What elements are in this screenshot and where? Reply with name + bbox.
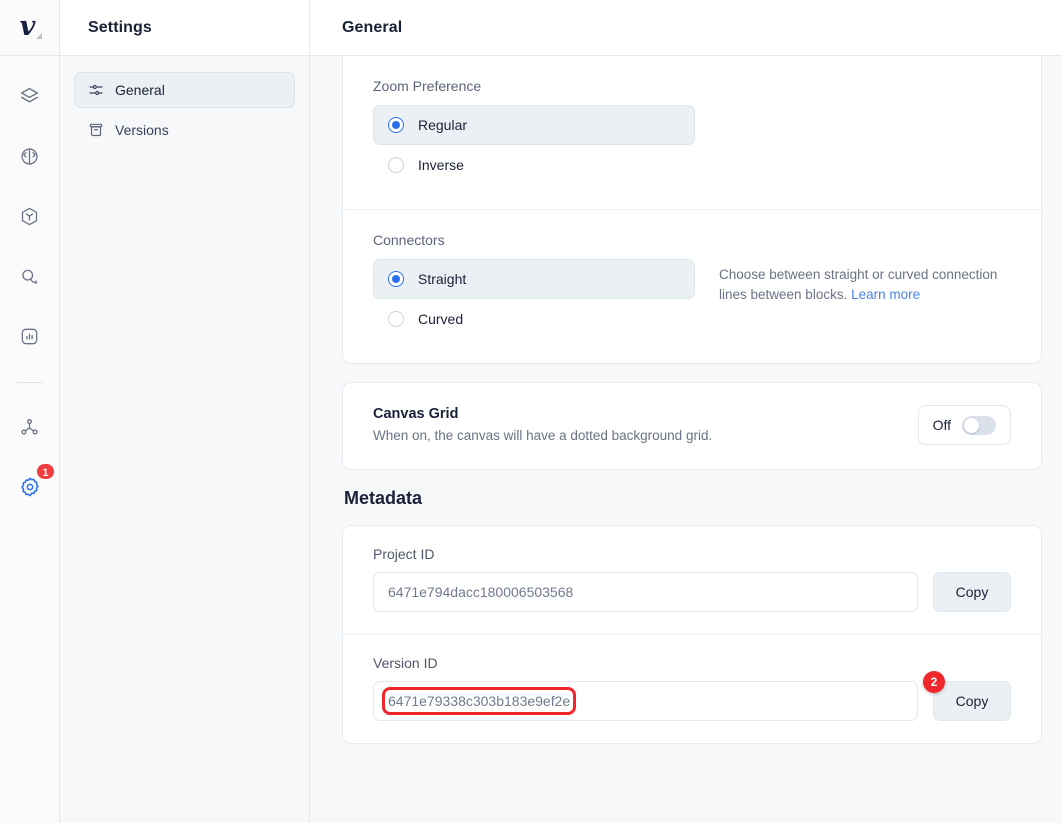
sidebar-item-general[interactable]: General: [74, 72, 295, 108]
radio-connector-curved[interactable]: Curved: [373, 299, 695, 339]
radio-connector-straight[interactable]: Straight: [373, 259, 695, 299]
copy-project-id-button[interactable]: Copy: [933, 572, 1011, 612]
metadata-heading: Metadata: [344, 488, 423, 508]
copy-version-id-button[interactable]: 2 Copy: [923, 671, 1011, 721]
rail-item-layers[interactable]: [12, 78, 48, 114]
main-header: General: [310, 0, 1062, 56]
logo-triangle-icon: [36, 33, 42, 39]
analytics-icon: [19, 326, 40, 347]
sidebar-nav: General Versions: [60, 56, 309, 152]
icon-rail: v 1: [0, 0, 60, 823]
sidebar-header: Settings: [60, 0, 309, 56]
canvas-grid-texts: Canvas Grid When on, the canvas will hav…: [373, 406, 712, 445]
cube-icon: [19, 206, 40, 227]
rail-item-products[interactable]: [12, 198, 48, 234]
canvas-grid-toggle[interactable]: Off: [917, 405, 1011, 445]
rail-item-knowledge-base[interactable]: [12, 138, 48, 174]
step-badge-2: 2: [923, 671, 945, 693]
rail-item-integrations[interactable]: [12, 409, 48, 445]
rail-item-conversations[interactable]: [12, 258, 48, 294]
rail-divider: [16, 382, 43, 383]
radio-label: Curved: [418, 311, 464, 327]
chat-icon: [19, 266, 40, 287]
metadata-card: Project ID 6471e794dacc180006503568 Copy…: [342, 525, 1042, 744]
project-id-field: Project ID 6471e794dacc180006503568 Copy: [343, 526, 1041, 634]
zoom-preference-section: Zoom Preference Regular Inverse: [343, 56, 1041, 209]
radio-label: Inverse: [418, 157, 464, 173]
radio-indicator: [388, 311, 404, 327]
connectors-options: Straight Curved Choose between straight …: [373, 259, 1011, 339]
canvas-grid-title: Canvas Grid: [373, 405, 459, 422]
project-id-row: 6471e794dacc180006503568 Copy: [373, 572, 1011, 612]
share-nodes-icon: [19, 417, 40, 438]
settings-scroll-area[interactable]: Zoom Preference Regular Inverse Connecto…: [310, 56, 1062, 823]
version-id-field: Version ID 6471e79338c303b183e9ef2e 2 Co…: [343, 634, 1041, 743]
version-id-label: Version ID: [373, 655, 438, 671]
toggle-switch-icon: [962, 415, 996, 435]
version-id-value: 6471e79338c303b183e9ef2e: [381, 687, 577, 715]
radio-zoom-inverse[interactable]: Inverse: [373, 145, 695, 185]
radio-indicator-selected: [388, 271, 404, 287]
canvas-grid-description: When on, the canvas will have a dotted b…: [373, 427, 713, 443]
settings-badge: 1: [35, 462, 56, 481]
copy-button-label: Copy: [955, 693, 989, 709]
rail-items: 1: [0, 56, 59, 529]
canvas-preferences-card: Zoom Preference Regular Inverse Connecto…: [342, 56, 1042, 364]
canvas-grid-card: Canvas Grid When on, the canvas will hav…: [342, 382, 1042, 470]
radio-indicator: [388, 157, 404, 173]
sidebar-item-label: General: [115, 82, 165, 98]
learn-more-link[interactable]: Learn more: [851, 287, 920, 302]
brain-icon: [19, 146, 40, 167]
project-id-value: 6471e794dacc180006503568: [388, 584, 574, 600]
rail-item-settings[interactable]: 1: [12, 462, 56, 505]
connectors-help-text: Choose between straight or curved connec…: [695, 259, 1011, 305]
voiceflow-logo[interactable]: v: [0, 0, 59, 56]
sidebar-item-label: Versions: [115, 122, 169, 138]
canvas-grid-toggle-label: Off: [932, 417, 951, 433]
sliders-icon: [87, 82, 104, 99]
sidebar-item-versions[interactable]: Versions: [74, 112, 295, 148]
logo-glyph: v: [19, 11, 36, 42]
radio-indicator-selected: [388, 117, 404, 133]
radio-zoom-regular[interactable]: Regular: [373, 105, 695, 145]
layers-icon: [19, 86, 40, 107]
version-id-input[interactable]: 6471e79338c303b183e9ef2e: [373, 681, 918, 721]
main-panel: General Zoom Preference Regular Inverse …: [310, 0, 1062, 823]
canvas-grid-row: Canvas Grid When on, the canvas will hav…: [343, 383, 1041, 469]
zoom-preference-label: Zoom Preference: [373, 78, 482, 94]
radio-label: Regular: [418, 117, 468, 133]
sidebar-title: Settings: [88, 18, 152, 36]
connectors-section: Connectors Straight Curved Choose betwee…: [343, 209, 1041, 363]
copy-button-label: Copy: [955, 584, 989, 600]
rail-item-analytics[interactable]: [12, 318, 48, 354]
project-id-label: Project ID: [373, 546, 435, 562]
connectors-label: Connectors: [373, 232, 445, 248]
project-id-input[interactable]: 6471e794dacc180006503568: [373, 572, 918, 612]
archive-icon: [87, 122, 104, 139]
version-id-row: 6471e79338c303b183e9ef2e 2 Copy: [373, 671, 1011, 721]
gear-icon: [19, 476, 41, 498]
zoom-preference-options: Regular Inverse: [373, 105, 1011, 185]
page-title: General: [342, 18, 403, 36]
app-root: v 1 Settings General Versions General Zo…: [0, 0, 1062, 823]
radio-label: Straight: [418, 271, 467, 287]
settings-sidebar: Settings General Versions: [60, 0, 310, 823]
